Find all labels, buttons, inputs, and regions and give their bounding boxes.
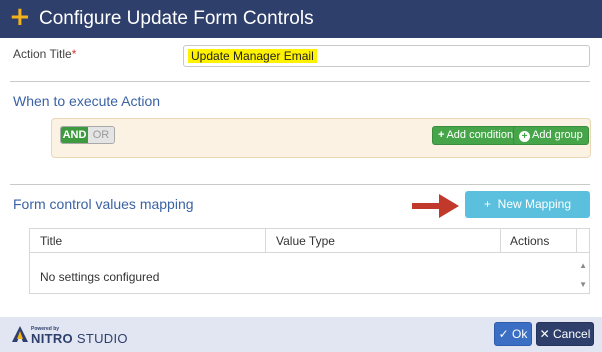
column-header-actions: Actions bbox=[501, 229, 577, 253]
column-header-value-type: Value Type bbox=[266, 229, 501, 253]
ok-button[interactable]: ✓ Ok bbox=[494, 322, 532, 346]
new-mapping-button[interactable]: + New Mapping bbox=[465, 191, 590, 218]
and-toggle-option[interactable]: AND bbox=[61, 127, 88, 143]
close-icon: ✕ bbox=[539, 327, 550, 341]
plus-icon: + bbox=[9, 2, 31, 32]
cancel-button[interactable]: ✕ Cancel bbox=[536, 322, 594, 346]
divider bbox=[10, 184, 590, 185]
condition-builder: AND OR + Add condition + Add group bbox=[51, 118, 591, 158]
scroll-up-icon[interactable]: ▲ bbox=[579, 261, 587, 270]
mapping-table: Title Value Type Actions No settings con… bbox=[29, 228, 590, 294]
column-header-spacer bbox=[577, 229, 589, 253]
column-header-title: Title bbox=[30, 229, 266, 253]
empty-table-message: No settings configured bbox=[40, 270, 160, 284]
plus-icon: + bbox=[483, 197, 491, 211]
scroll-down-icon[interactable]: ▼ bbox=[579, 280, 587, 289]
and-or-toggle[interactable]: AND OR bbox=[60, 126, 115, 144]
plus-circle-icon: + bbox=[519, 131, 530, 142]
action-title-label: Action Title* bbox=[13, 47, 77, 61]
check-icon: ✓ bbox=[498, 327, 509, 341]
mapping-section-heading: Form control values mapping bbox=[13, 196, 194, 212]
red-arrow-annotation bbox=[412, 194, 459, 218]
brand-name: NITRO STUDIO bbox=[31, 331, 128, 346]
plus-icon: + bbox=[438, 129, 445, 141]
action-title-input[interactable]: Update Manager Email bbox=[183, 45, 590, 67]
divider bbox=[10, 81, 590, 82]
action-title-value: Update Manager Email bbox=[188, 49, 317, 63]
dialog-title: Configure Update Form Controls bbox=[39, 8, 314, 29]
nitro-logo-icon bbox=[12, 326, 28, 342]
when-section-heading: When to execute Action bbox=[13, 93, 161, 109]
add-group-button[interactable]: + Add group bbox=[513, 126, 589, 145]
dialog-header: + Configure Update Form Controls bbox=[0, 0, 602, 38]
required-marker: * bbox=[71, 47, 77, 61]
or-toggle-option[interactable]: OR bbox=[88, 127, 114, 143]
add-condition-button[interactable]: + Add condition bbox=[432, 126, 520, 145]
